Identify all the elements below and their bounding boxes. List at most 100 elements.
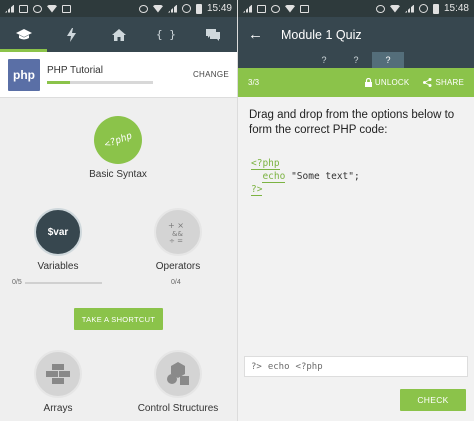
bricks-icon: [46, 364, 70, 384]
wifi-notification-icon: [285, 4, 295, 13]
tab-home[interactable]: [95, 17, 142, 52]
share-label: SHARE: [435, 78, 464, 87]
image-notification-icon: [19, 4, 28, 13]
braces-icon: { }: [155, 28, 176, 41]
svg-text:÷ =: ÷ =: [169, 237, 183, 244]
clock: 15:48: [443, 3, 469, 14]
options-tray: ?> echo <?php: [244, 356, 468, 377]
php-logo: php: [8, 58, 40, 91]
main-tab-bar: { }: [0, 17, 237, 52]
tab-code[interactable]: { }: [142, 17, 189, 52]
question-tab-3[interactable]: ?: [372, 52, 404, 68]
question-tabs: ? ? ?: [238, 52, 474, 68]
var-icon-text: $var: [47, 226, 69, 238]
code-line-1: <?php: [251, 157, 360, 170]
question-counter: 3/3: [248, 78, 260, 87]
graduation-cap-icon: [15, 28, 32, 39]
share-icon: [423, 78, 432, 87]
lock-icon: [364, 78, 372, 87]
code-line-2: echo "Some text";: [251, 170, 360, 183]
course-progress-fill: [47, 81, 71, 84]
operators-progress-text: 0/4: [171, 279, 181, 286]
course-progress-bar: [47, 81, 153, 84]
basic-syntax-icon: <?php: [94, 116, 142, 164]
tab-learn[interactable]: [0, 17, 48, 52]
question-action-bar: 3/3 UNLOCK SHARE: [238, 68, 474, 97]
option-chip[interactable]: <?php: [296, 362, 323, 372]
question-text: Drag and drop from the options below to …: [249, 109, 455, 136]
drop-slot-3[interactable]: ?>: [251, 184, 263, 196]
quiz-screen: 15:48 ← Module 1 Quiz ? ? ? 3/3 UNLOCK S…: [237, 0, 474, 421]
wifi-icon: [152, 4, 163, 13]
battery-icon: [195, 3, 202, 14]
php-tag-icon-text: <?php: [102, 129, 134, 151]
status-bar: 15:49: [0, 0, 237, 17]
control-structures-icon: [154, 350, 202, 398]
signal-icon: [243, 4, 252, 13]
lesson-label: Arrays: [43, 403, 73, 414]
option-chip[interactable]: echo: [268, 362, 290, 372]
check-button[interactable]: CHECK: [400, 389, 466, 411]
operators-icon: + × && ÷ =: [154, 208, 202, 256]
alarm-icon: [418, 4, 428, 13]
shapes-icon: [167, 362, 189, 385]
lesson-arrays[interactable]: Arrays: [22, 350, 94, 414]
bolt-icon: [66, 27, 76, 42]
code-block: <?php echo "Some text"; ?>: [251, 157, 360, 196]
variables-icon: $var: [34, 208, 82, 256]
do-not-disturb-icon: [375, 4, 385, 13]
home-icon: [111, 28, 126, 41]
math-operators-icon: + × && ÷ =: [168, 221, 184, 244]
code-line-3: ?>: [251, 183, 360, 196]
svg-text:+ ×: + ×: [168, 221, 184, 230]
wifi-notification-icon: [47, 4, 57, 13]
sync-notification-icon: [271, 4, 280, 13]
chat-icon: [206, 28, 221, 41]
image-notification-icon: [257, 4, 266, 13]
screenshot-root: 15:49 { } php PHP Tutorial CHANGE <?php …: [0, 0, 474, 421]
wifi-icon: [389, 4, 400, 13]
variables-progress-bar: [24, 281, 102, 284]
tab-flash[interactable]: [47, 17, 94, 52]
quiz-toolbar: ← Module 1 Quiz: [238, 17, 474, 52]
lesson-basic-syntax[interactable]: <?php Basic Syntax: [78, 116, 158, 180]
drop-slot-1[interactable]: <?php: [251, 158, 280, 170]
alarm-icon: [181, 4, 191, 13]
drop-slot-2[interactable]: echo: [262, 171, 286, 183]
course-info: PHP Tutorial: [47, 65, 193, 84]
back-arrow-icon[interactable]: ←: [248, 26, 263, 43]
lesson-label: Variables: [37, 261, 79, 272]
lesson-label: Basic Syntax: [89, 169, 147, 180]
variables-progress-text: 0/5: [12, 279, 22, 286]
unlock-label: UNLOCK: [374, 78, 410, 87]
share-button[interactable]: SHARE: [423, 78, 464, 87]
course-header: php PHP Tutorial CHANGE: [0, 52, 237, 98]
take-shortcut-button[interactable]: TAKE A SHORTCUT: [74, 308, 163, 330]
code-string: "Some text";: [291, 171, 360, 182]
operators-progress: 0/4: [171, 279, 181, 286]
unlock-button[interactable]: UNLOCK: [364, 78, 410, 87]
quiz-title: Module 1 Quiz: [281, 27, 362, 42]
lesson-operators[interactable]: + × && ÷ = Operators: [139, 208, 217, 272]
do-not-disturb-icon: [138, 4, 148, 13]
status-bar: 15:48: [238, 0, 474, 17]
change-course-button[interactable]: CHANGE: [193, 70, 229, 79]
question-tab-1[interactable]: ?: [308, 52, 340, 68]
cell-signal-icon: [167, 4, 177, 13]
tab-discuss[interactable]: [190, 17, 237, 52]
option-chip[interactable]: ?>: [251, 362, 262, 372]
question-tab-2[interactable]: ?: [340, 52, 372, 68]
course-title: PHP Tutorial: [47, 65, 103, 76]
variables-progress: 0/5: [12, 279, 102, 286]
arrays-icon: [34, 350, 82, 398]
lesson-label: Control Structures: [137, 403, 219, 414]
clock: 15:49: [206, 3, 232, 14]
cell-signal-icon: [404, 4, 414, 13]
message-notification-icon: [300, 4, 309, 13]
battery-icon: [432, 3, 439, 14]
signal-icon: [5, 4, 14, 13]
message-notification-icon: [62, 4, 71, 13]
course-map-screen: 15:49 { } php PHP Tutorial CHANGE <?php …: [0, 0, 237, 421]
lesson-control-structures[interactable]: Control Structures: [129, 350, 227, 414]
lesson-variables[interactable]: $var Variables: [23, 208, 93, 272]
